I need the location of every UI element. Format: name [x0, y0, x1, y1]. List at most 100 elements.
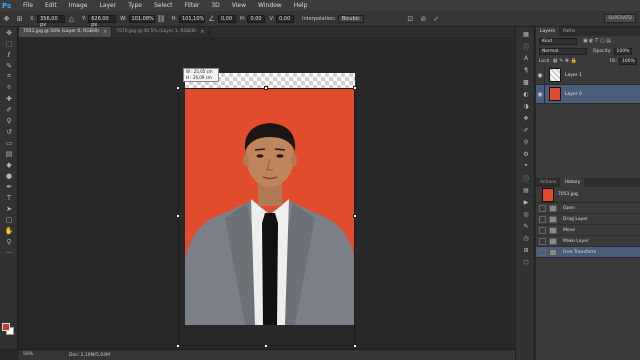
layer-row[interactable]: ◉ Layer 0 [536, 84, 640, 104]
opacity-field[interactable]: 100% [613, 47, 632, 55]
menu-3d[interactable]: 3D [205, 0, 225, 11]
tab-history[interactable]: History [560, 178, 585, 187]
swatches-icon[interactable]: ▩ [516, 77, 536, 87]
history-item[interactable]: Drag Layer [536, 214, 640, 225]
tab-actions[interactable]: Actions [536, 178, 560, 187]
history-checkbox[interactable] [539, 204, 546, 212]
canvas-area[interactable]: W : 25,05 cm H : 26,09 cm [19, 37, 515, 349]
y-field[interactable]: 626,00 px [88, 14, 117, 28]
fill-field[interactable]: 100% [619, 57, 637, 65]
lasso-tool-icon[interactable]: ℓ [0, 49, 18, 60]
foreground-color-swatch[interactable] [2, 323, 10, 331]
document-tab[interactable]: 7070.jpg @ 40,5% (Layer 1, RGB/8) × [112, 27, 210, 37]
transform-handle[interactable] [353, 214, 357, 218]
document-tab[interactable]: 7051.jpg @ 50% (Layer 0, RGB/8) × [19, 27, 113, 37]
gradient-tool-icon[interactable]: ▤ [0, 148, 18, 159]
blend-mode-select[interactable]: Normal [539, 47, 587, 55]
notes-icon[interactable]: ✎ [516, 221, 536, 231]
character-icon[interactable]: A [516, 53, 536, 63]
properties-icon[interactable]: ⓘ [516, 41, 536, 51]
transform-handle[interactable] [176, 214, 180, 218]
eraser-tool-icon[interactable]: ▭ [0, 137, 18, 148]
pen-tool-icon[interactable]: ✒ [0, 181, 18, 192]
reference-point-icon[interactable]: ⊞ [15, 14, 24, 23]
zoom-tool-icon[interactable]: ⚲ [0, 236, 18, 247]
measurement-icon[interactable]: ⊞ [516, 245, 536, 255]
eye-icon[interactable]: ◉ [536, 84, 545, 104]
transform-handle[interactable] [264, 86, 268, 90]
blur-tool-icon[interactable]: ◆ [0, 159, 18, 170]
crop-tool-icon[interactable]: ⌗ [0, 71, 18, 82]
height-field[interactable]: 101,10% [179, 14, 205, 23]
close-icon[interactable]: × [103, 27, 107, 37]
styles-icon[interactable]: ❖ [516, 113, 536, 123]
healing-tool-icon[interactable]: ✚ [0, 93, 18, 104]
zoom-level[interactable]: 50% [23, 351, 45, 359]
clone-source-icon[interactable]: ⚲ [516, 137, 536, 147]
menu-help[interactable]: Help [288, 0, 314, 11]
transform-handle[interactable] [176, 86, 180, 90]
menu-window[interactable]: Window [252, 0, 288, 11]
lock-icons[interactable]: ▦ ✎ ✥ 🔒 [553, 58, 577, 64]
marquee-tool-icon[interactable]: ⬚ [0, 38, 18, 49]
transform-handle[interactable] [176, 344, 180, 348]
timeline-icon[interactable]: ◷ [516, 233, 536, 243]
history-icon[interactable]: ▦ [516, 29, 536, 39]
history-checkbox[interactable] [539, 237, 546, 245]
x-field[interactable]: 356,00 px [37, 14, 66, 28]
history-snapshot[interactable]: 7051.jpg [536, 187, 640, 203]
more-tools-icon[interactable]: ··· [0, 247, 18, 258]
angle-field[interactable]: 0,00 [218, 14, 236, 23]
path-select-tool-icon[interactable]: ➤ [0, 203, 18, 214]
kind-filter-select[interactable]: Kind [539, 37, 577, 45]
doc-size[interactable]: Doc: 2,10M/5,04M [69, 353, 110, 358]
commit-transform-icon[interactable]: ✓ [432, 14, 441, 23]
paths-icon[interactable]: ⬡ [516, 257, 536, 267]
menu-layer[interactable]: Layer [93, 0, 122, 11]
dodge-tool-icon[interactable]: ● [0, 170, 18, 181]
color-icon[interactable]: ◐ [516, 89, 536, 99]
quick-select-tool-icon[interactable]: ✎ [0, 60, 18, 71]
type-tool-icon[interactable]: T [0, 192, 18, 203]
eyedropper-tool-icon[interactable]: ⌽ [0, 82, 18, 93]
shape-tool-icon[interactable]: ▢ [0, 214, 18, 225]
transform-handle[interactable] [264, 344, 268, 348]
channels-icon[interactable]: ◎ [516, 209, 536, 219]
info-icon[interactable]: ⓘ [516, 173, 536, 183]
width-field[interactable]: 101,08% [128, 14, 155, 23]
eye-icon[interactable]: ◉ [536, 65, 545, 85]
move-tool-icon[interactable]: ✥ [2, 14, 11, 23]
warp-icon[interactable]: ⊡ [406, 14, 415, 23]
history-checkbox[interactable] [539, 248, 546, 256]
menu-edit[interactable]: Edit [39, 0, 63, 11]
menu-type[interactable]: Type [122, 0, 148, 11]
menu-filter[interactable]: Filter [179, 0, 206, 11]
workspace-switcher[interactable]: SUPERATD [604, 14, 636, 23]
transform-handle[interactable] [353, 344, 357, 348]
history-item[interactable]: Move [536, 225, 640, 236]
history-brush-tool-icon[interactable]: ↺ [0, 126, 18, 137]
clone-stamp-tool-icon[interactable]: ⚲ [0, 115, 18, 126]
brush-icon[interactable]: ✐ [516, 125, 536, 135]
adjustments-icon[interactable]: ◑ [516, 101, 536, 111]
menu-image[interactable]: Image [63, 0, 94, 11]
menu-view[interactable]: View [226, 0, 252, 11]
transform-bounding-box[interactable] [176, 86, 357, 348]
tab-layers[interactable]: Layers [536, 27, 559, 36]
cancel-transform-icon[interactable]: ⊘ [419, 14, 428, 23]
navigator-icon[interactable]: ⌖ [516, 161, 536, 171]
brush-tool-icon[interactable]: ✐ [0, 104, 18, 115]
interpolation-select[interactable]: Bicubic [337, 14, 364, 23]
history-checkbox[interactable] [539, 226, 546, 234]
history-item[interactable]: Open [536, 203, 640, 214]
menu-file[interactable]: File [17, 0, 39, 11]
tab-paths[interactable]: Paths [559, 27, 579, 36]
hand-tool-icon[interactable]: ✋ [0, 225, 18, 236]
actions-icon[interactable]: ▶ [516, 197, 536, 207]
menu-select[interactable]: Select [148, 0, 179, 11]
filter-icons[interactable]: ▣ ◐ T ▢ ▤ [583, 38, 611, 44]
close-icon[interactable]: × [200, 27, 204, 37]
transform-handle[interactable] [353, 86, 357, 90]
move-tool-icon[interactable]: ✥ [0, 27, 18, 38]
tool-presets-icon[interactable]: ⚙ [516, 149, 536, 159]
